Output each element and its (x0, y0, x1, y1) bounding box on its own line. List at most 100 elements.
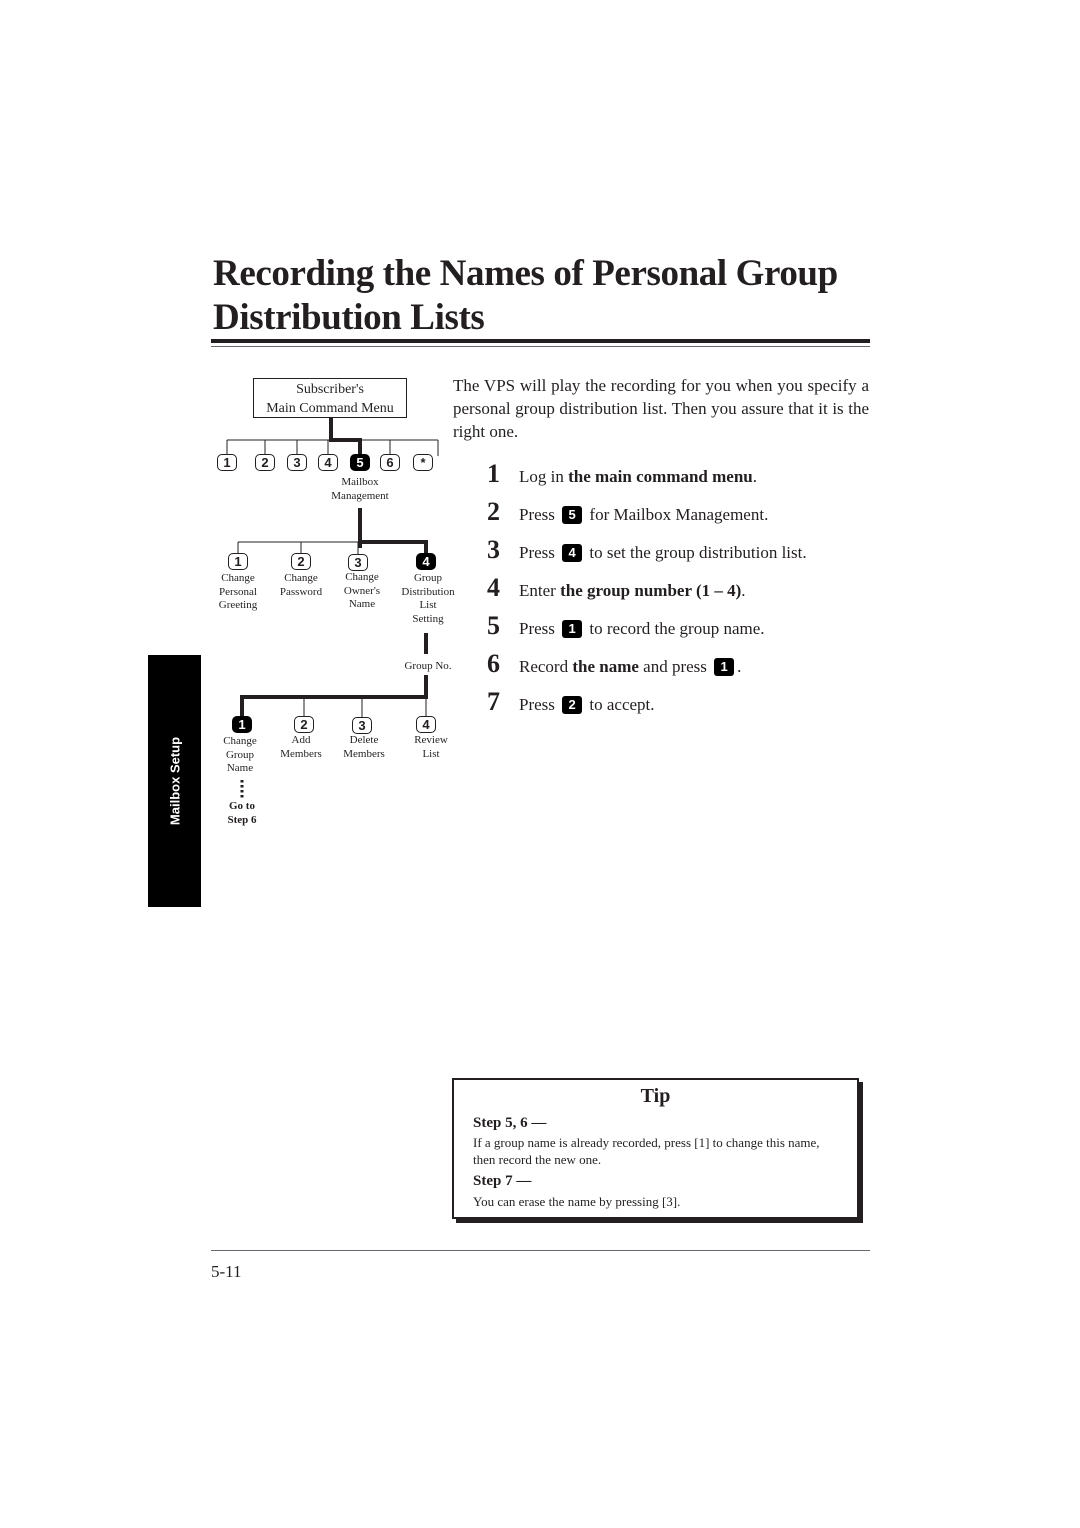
step-text: Enter the group number (1 – 4). (519, 579, 746, 603)
step-item: 5 Press 1 to record the group name. (487, 612, 877, 650)
main-menu-key-3: 3 (287, 454, 307, 471)
tip-heading: Step 5, 6 — (473, 1115, 547, 1131)
caption-line: Group (225, 748, 255, 761)
step-number: 1 (487, 459, 500, 488)
step-text-plain: to set the group distribution list. (585, 543, 807, 562)
group-key-4: 4 (416, 716, 436, 733)
title-rule-thick (211, 339, 870, 343)
steps-list: 1 Log in the main command menu. 2 Press … (487, 460, 877, 726)
footer-rule (211, 1250, 870, 1251)
caption-line: Members (343, 747, 385, 760)
step-text-plain: . (752, 467, 758, 486)
key-icon: 2 (562, 696, 583, 714)
caption-line: Setting (412, 612, 444, 625)
level3-active-path (240, 695, 426, 718)
caption-line: Management (331, 489, 389, 502)
step-text: Press 2 to accept. (519, 693, 655, 717)
tip-title: Tip (640, 1085, 671, 1107)
step-item: 2 Press 5 for Mailbox Management. (487, 498, 877, 536)
main-menu-key-5-active: 5 (350, 454, 370, 471)
step-text-plain: and press (638, 657, 712, 676)
delete-members-caption: Delete Members (334, 734, 394, 761)
mailbox-mgmt-key-2: 2 (291, 553, 311, 570)
page-title-line-2: Distribution Lists (213, 297, 485, 338)
step-item: 3 Press 4 to set the group distribution … (487, 536, 877, 574)
step-number: 4 (487, 573, 500, 602)
group-key-3: 3 (352, 717, 372, 734)
step-text: Press 5 for Mailbox Management. (519, 503, 768, 527)
group-key-1-active: 1 (232, 716, 252, 733)
caption-line: Review (414, 734, 448, 746)
step-text-bold: the group number (1 – 4) (560, 581, 742, 600)
title-rule-thin (211, 346, 870, 347)
goto-step-6-label: Go to Step 6 (212, 800, 272, 827)
tip-box: Tip Step 5, 6 — If a group name is alrea… (452, 1078, 859, 1219)
step-item: 7 Press 2 to accept. (487, 688, 877, 726)
step-text-plain: Record (519, 657, 573, 676)
step-text: Press 4 to set the group distribution li… (519, 541, 807, 565)
step-text-plain: Press (519, 505, 560, 524)
caption-line: Change (345, 571, 379, 583)
caption-line: Mailbox (341, 476, 379, 488)
change-group-name-caption: Change Group Name (210, 735, 270, 776)
change-owners-name-caption: Change Owner's Name (332, 571, 392, 612)
tip-body: If a group name is already recorded, pre… (473, 1135, 820, 1167)
step-text-plain: . (737, 657, 742, 676)
step-text-plain: . (741, 581, 746, 600)
caption-line: Name (348, 598, 376, 610)
caption-line: Password (279, 585, 323, 598)
main-menu-key-2: 2 (255, 454, 275, 471)
caption-line: Distribution (401, 585, 455, 598)
review-list-caption: Review List (401, 734, 461, 761)
caption-line: List (419, 599, 437, 611)
caption-line: Members (280, 747, 322, 760)
step-text-plain: Enter (519, 581, 561, 600)
step-number: 2 (487, 497, 500, 526)
main-command-menu-box: Subscriber's Main Command Menu (253, 378, 407, 418)
step-number: 3 (487, 535, 500, 564)
mailbox-mgmt-key-4-active: 4 (416, 553, 436, 570)
caption-line: Personal (219, 585, 257, 598)
step-item: 6 Record the name and press 1. (487, 650, 877, 688)
main-menu-key-6: 6 (380, 454, 400, 471)
step-number: 5 (487, 611, 500, 640)
step-text: Log in the main command menu. (519, 465, 757, 489)
menu-tree-diagram: Subscriber's Main Command Menu 1 2 3 4 5… (205, 370, 470, 840)
caption-line: Greeting (218, 599, 258, 611)
main-menu-key-1: 1 (217, 454, 237, 471)
caption-line: Change (223, 735, 257, 747)
caption-line: Step 6 (227, 813, 257, 826)
step-number: 6 (487, 649, 500, 678)
key-icon: 4 (562, 544, 583, 562)
key-icon: 1 (562, 620, 583, 638)
group-key-2: 2 (294, 716, 314, 733)
level1-active-path (329, 418, 362, 456)
step-item: 4 Enter the group number (1 – 4). (487, 574, 877, 612)
group-no-label: Group No. (404, 660, 452, 672)
step-text-plain: for Mailbox Management. (585, 505, 769, 524)
caption-line: Delete (349, 734, 379, 746)
key-icon: 5 (562, 506, 583, 524)
step-text-plain: to record the group name. (585, 619, 765, 638)
step-text: Press 1 to record the group name. (519, 617, 765, 641)
section-side-tab: Mailbox Setup (148, 655, 201, 907)
change-password-caption: Change Password (271, 572, 331, 599)
step-text-plain: Press (519, 543, 560, 562)
step-text-plain: to accept. (585, 695, 655, 714)
tip-heading: Step 7 — (473, 1173, 532, 1189)
step-text-plain: Log in (519, 467, 569, 486)
group-distribution-list-setting-caption: Group Distribution List Setting (393, 572, 463, 626)
menu-box-line-2: Main Command Menu (266, 401, 394, 416)
step-text-plain: Press (519, 695, 560, 714)
tip-body: You can erase the name by pressing [3]. (473, 1194, 681, 1209)
caption-line: List (422, 747, 440, 760)
page-title: Recording the Names of Personal Group Di… (213, 252, 883, 340)
mailbox-mgmt-key-3: 3 (348, 554, 368, 571)
caption-line: Go to (229, 800, 255, 812)
mailbox-management-caption: Mailbox Management (325, 476, 395, 503)
page-title-line-1: Recording the Names of Personal Group (213, 253, 838, 294)
side-tab-label: Mailbox Setup (167, 736, 182, 826)
caption-line: Change (284, 572, 318, 584)
menu-box-line-1: Subscriber's (296, 382, 364, 397)
intro-paragraph: The VPS will play the recording for you … (453, 376, 869, 441)
